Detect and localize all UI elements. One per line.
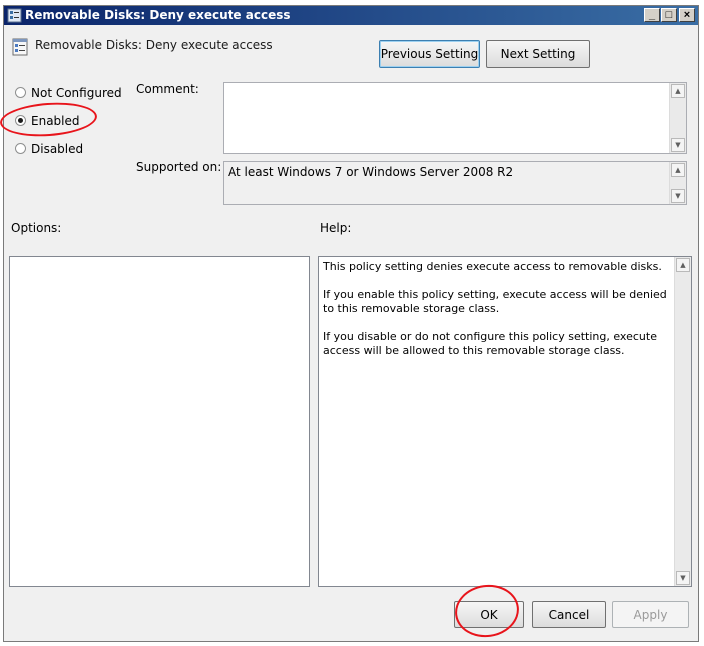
maximize-button[interactable]: □: [661, 8, 677, 22]
radio-enabled[interactable]: Enabled: [15, 114, 80, 128]
radio-label: Enabled: [31, 114, 80, 128]
help-scrollbar[interactable]: ▲ ▼: [674, 257, 691, 586]
comment-scrollbar[interactable]: ▲ ▼: [669, 83, 686, 153]
scroll-down-icon[interactable]: ▼: [671, 138, 685, 152]
radio-label: Not Configured: [31, 86, 122, 100]
scroll-up-icon[interactable]: ▲: [676, 258, 690, 272]
previous-setting-button[interactable]: Previous Setting: [379, 40, 480, 68]
radio-not-configured[interactable]: Not Configured: [15, 86, 122, 100]
radio-disabled[interactable]: Disabled: [15, 142, 83, 156]
close-button[interactable]: ×: [679, 8, 695, 22]
supported-scrollbar[interactable]: ▲ ▼: [669, 162, 686, 204]
radio-circle[interactable]: [15, 143, 26, 154]
scroll-down-icon[interactable]: ▼: [671, 189, 685, 203]
help-text: This policy setting denies execute acces…: [323, 260, 667, 357]
supported-on-label: Supported on:: [136, 160, 222, 174]
title-bar[interactable]: Removable Disks: Deny execute access _ □…: [4, 6, 698, 25]
comment-field[interactable]: ▲ ▼: [223, 82, 687, 154]
radio-label: Disabled: [31, 142, 84, 156]
help-panel: This policy setting denies execute acces…: [318, 256, 692, 587]
scroll-up-icon[interactable]: ▲: [671, 84, 685, 98]
radio-circle[interactable]: [15, 115, 26, 126]
ok-button[interactable]: OK: [454, 601, 524, 628]
policy-dialog: Removable Disks: Deny execute access _ □…: [3, 5, 699, 642]
options-label: Options:: [11, 221, 62, 235]
window-title: Removable Disks: Deny execute access: [25, 8, 291, 22]
minimize-button[interactable]: _: [644, 8, 660, 22]
policy-name: Removable Disks: Deny execute access: [35, 38, 273, 52]
policy-settings-icon: [12, 38, 28, 56]
help-label: Help:: [320, 221, 352, 235]
radio-circle[interactable]: [15, 87, 26, 98]
policy-icon: [7, 8, 22, 23]
comment-label: Comment:: [136, 82, 199, 96]
cancel-button[interactable]: Cancel: [532, 601, 606, 628]
options-panel: [9, 256, 310, 587]
supported-on-field: At least Windows 7 or Windows Server 200…: [223, 161, 687, 205]
scroll-down-icon[interactable]: ▼: [676, 571, 690, 585]
next-setting-button[interactable]: Next Setting: [486, 40, 590, 68]
supported-on-value: At least Windows 7 or Windows Server 200…: [228, 165, 514, 179]
apply-button[interactable]: Apply: [612, 601, 689, 628]
scroll-up-icon[interactable]: ▲: [671, 163, 685, 177]
